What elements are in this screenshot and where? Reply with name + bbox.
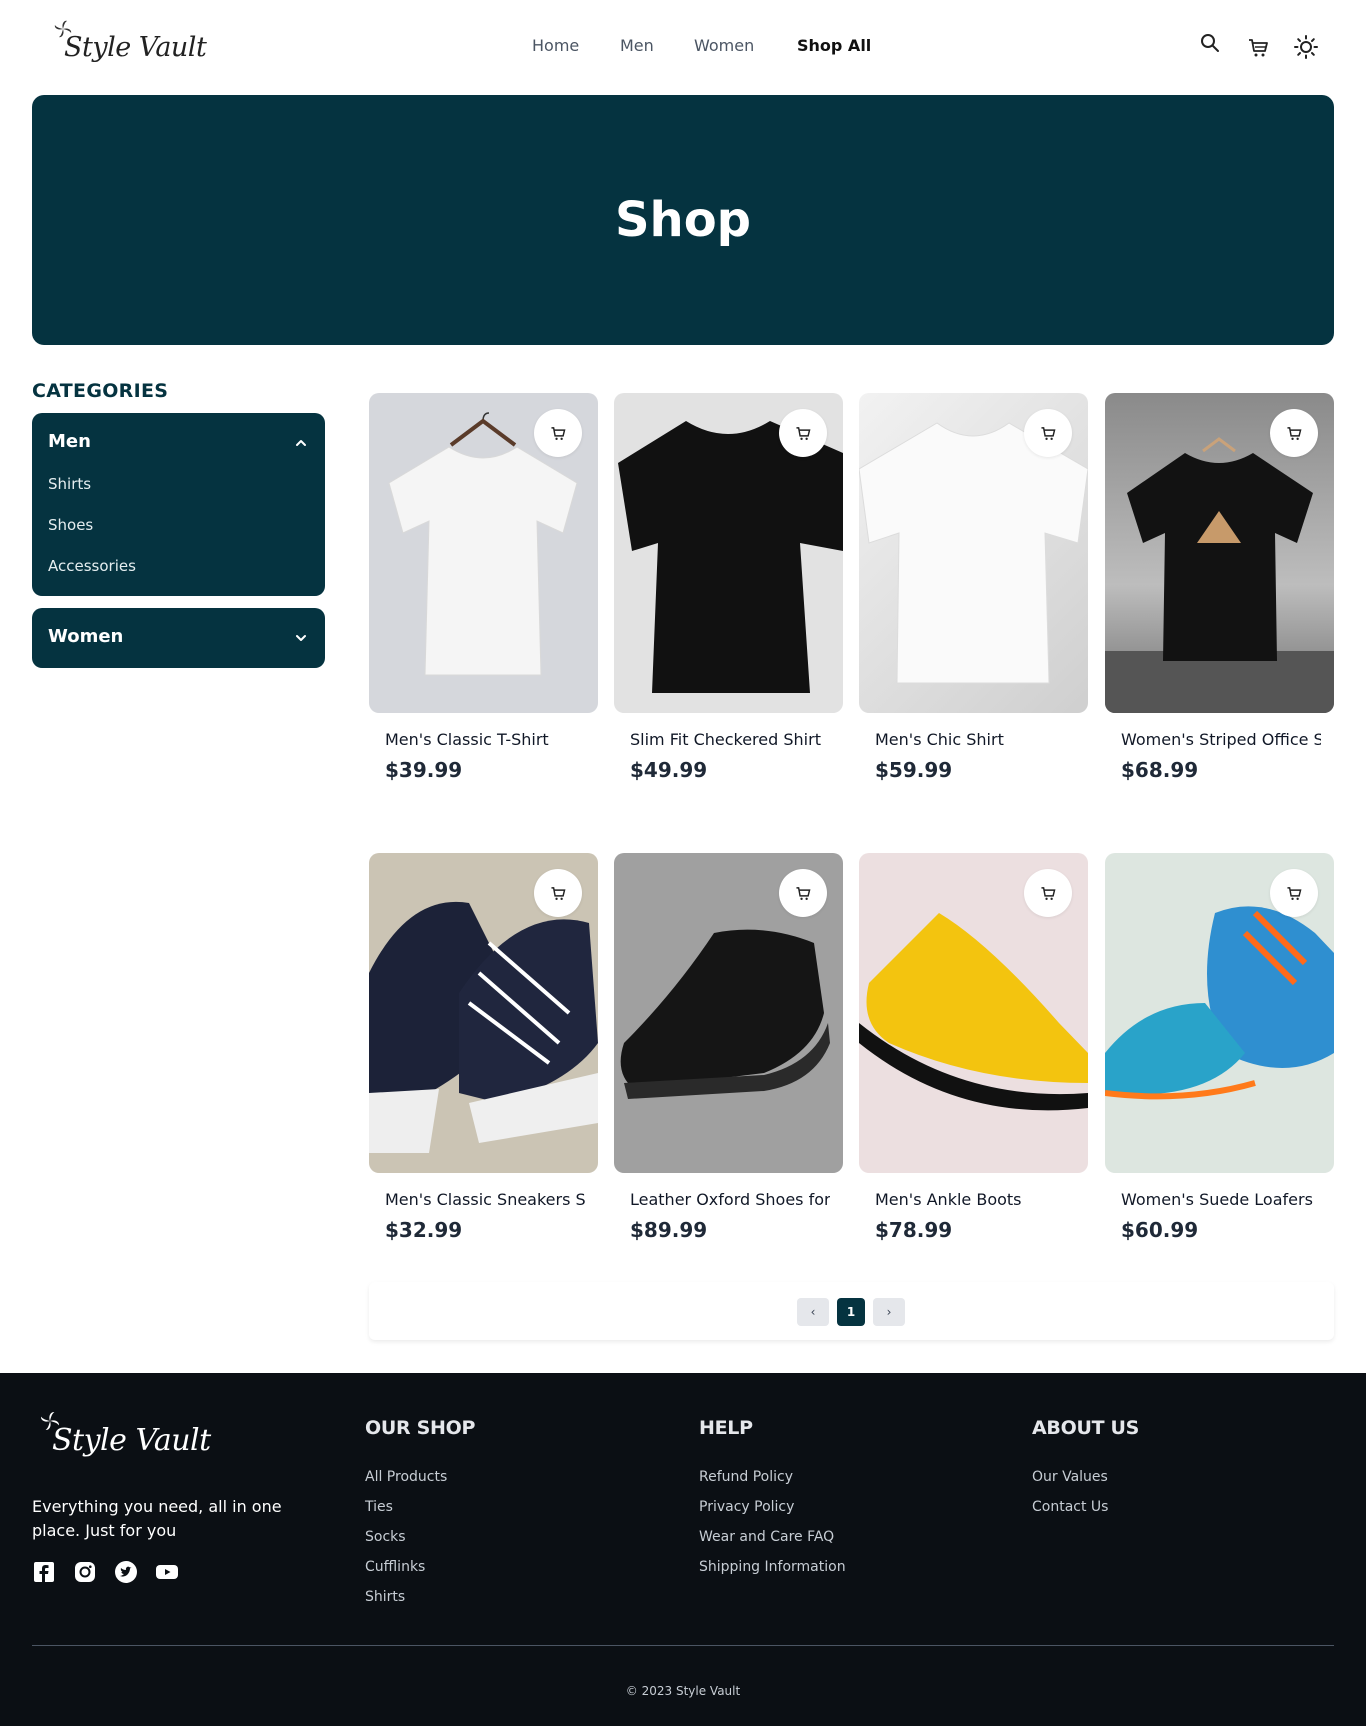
add-to-cart-button[interactable]	[1270, 869, 1318, 917]
footer-link[interactable]: Privacy Policy	[699, 1499, 794, 1515]
footer-col-title: OUR SHOP	[365, 1417, 476, 1439]
add-to-cart-button[interactable]	[1024, 409, 1072, 457]
product-price: $59.99	[875, 758, 953, 782]
product-image[interactable]	[369, 393, 598, 713]
product-name[interactable]: Leather Oxford Shoes for	[630, 1190, 830, 1209]
category-item-shoes[interactable]: Shoes	[48, 516, 93, 534]
footer-link[interactable]: Wear and Care FAQ	[699, 1529, 834, 1545]
page-title: Shop	[614, 192, 752, 248]
site-header: Style Vault Home Men Women Shop All	[0, 0, 1366, 95]
site-footer: Style Vault Everything you need, all in …	[0, 1373, 1366, 1726]
cart-icon	[1041, 887, 1056, 900]
cart-icon	[796, 887, 811, 900]
footer-link[interactable]: Ties	[365, 1499, 393, 1515]
product-card[interactable]: Men's Classic Sneakers S $32.99	[369, 853, 598, 1253]
product-card[interactable]: Men's Chic Shirt $59.99	[859, 393, 1088, 793]
footer-brand-name: Style Vault	[52, 1423, 211, 1458]
product-card[interactable]: Slim Fit Checkered Shirt $49.99	[614, 393, 843, 793]
footer-col-title: HELP	[699, 1417, 753, 1439]
chevron-up-icon[interactable]	[293, 435, 309, 451]
footer-link[interactable]: Shirts	[365, 1589, 405, 1605]
cart-icon	[1287, 887, 1302, 900]
facebook-icon[interactable]	[32, 1560, 56, 1584]
nav-women[interactable]: Women	[694, 36, 754, 55]
footer-link[interactable]: Socks	[365, 1529, 406, 1545]
product-price: $32.99	[385, 1218, 463, 1242]
footer-link[interactable]: Cufflinks	[365, 1559, 425, 1575]
product-card[interactable]: Men's Classic T-Shirt $39.99	[369, 393, 598, 793]
product-image[interactable]	[1105, 853, 1334, 1173]
product-image[interactable]	[859, 853, 1088, 1173]
sun-icon[interactable]	[1293, 34, 1319, 60]
prev-page-button[interactable]: ‹	[797, 1298, 829, 1326]
product-price: $60.99	[1121, 1218, 1199, 1242]
product-image[interactable]	[1105, 393, 1334, 713]
footer-tagline: Everything you need, all in one place. J…	[32, 1497, 282, 1540]
product-card[interactable]: Leather Oxford Shoes for $89.99	[614, 853, 843, 1253]
pagination: ‹ 1 ›	[369, 1282, 1334, 1340]
twitter-icon[interactable]	[114, 1560, 138, 1584]
footer-divider	[32, 1645, 1334, 1646]
product-image[interactable]	[614, 853, 843, 1173]
product-card[interactable]: Women's Suede Loafers $60.99	[1105, 853, 1334, 1253]
footer-link[interactable]: Our Values	[1032, 1469, 1108, 1485]
product-price: $39.99	[385, 758, 463, 782]
youtube-icon[interactable]	[155, 1560, 179, 1584]
instagram-icon[interactable]	[73, 1560, 97, 1584]
product-name[interactable]: Men's Classic Sneakers S	[385, 1190, 585, 1209]
product-price: $49.99	[630, 758, 708, 782]
footer-col-title: ABOUT US	[1032, 1417, 1140, 1439]
category-men: Men Shirts Shoes Accessories	[32, 413, 325, 596]
category-women-header[interactable]: Women	[48, 626, 123, 647]
copyright: © 2023 Style Vault	[625, 1684, 741, 1698]
add-to-cart-button[interactable]	[1270, 409, 1318, 457]
footer-link[interactable]: All Products	[365, 1469, 447, 1485]
cart-icon	[551, 427, 566, 440]
footer-logo[interactable]: Style Vault	[38, 1409, 211, 1469]
add-to-cart-button[interactable]	[534, 409, 582, 457]
product-name[interactable]: Men's Classic T-Shirt	[385, 730, 585, 749]
product-card[interactable]: Women's Striped Office Shirt $68.99	[1105, 393, 1334, 793]
nav-shop-all[interactable]: Shop All	[797, 36, 871, 55]
add-to-cart-button[interactable]	[779, 869, 827, 917]
nav-home[interactable]: Home	[532, 36, 579, 55]
product-name[interactable]: Men's Chic Shirt	[875, 730, 1075, 749]
product-name[interactable]: Men's Ankle Boots	[875, 1190, 1075, 1209]
cart-icon[interactable]	[1245, 34, 1271, 60]
add-to-cart-button[interactable]	[779, 409, 827, 457]
product-card[interactable]: Men's Ankle Boots $78.99	[859, 853, 1088, 1253]
product-image[interactable]	[369, 853, 598, 1173]
product-name[interactable]: Slim Fit Checkered Shirt	[630, 730, 830, 749]
product-name[interactable]: Women's Suede Loafers	[1121, 1190, 1321, 1209]
add-to-cart-button[interactable]	[1024, 869, 1072, 917]
category-item-shirts[interactable]: Shirts	[48, 475, 91, 493]
hero-banner: Shop	[32, 95, 1334, 345]
product-image[interactable]	[614, 393, 843, 713]
categories-title: CATEGORIES	[32, 380, 169, 402]
cart-icon	[1287, 427, 1302, 440]
chevron-down-icon[interactable]	[293, 630, 309, 646]
category-item-accessories[interactable]: Accessories	[48, 557, 136, 575]
next-page-button[interactable]: ›	[873, 1298, 905, 1326]
category-men-header[interactable]: Men	[48, 431, 91, 452]
footer-link[interactable]: Shipping Information	[699, 1559, 846, 1575]
product-price: $89.99	[630, 1218, 708, 1242]
add-to-cart-button[interactable]	[534, 869, 582, 917]
main-nav: Home Men Women Shop All	[0, 36, 1366, 60]
product-name[interactable]: Women's Striped Office Shirt	[1121, 730, 1321, 749]
footer-link[interactable]: Refund Policy	[699, 1469, 793, 1485]
cart-icon	[796, 427, 811, 440]
cart-icon	[1041, 427, 1056, 440]
product-image[interactable]	[859, 393, 1088, 713]
category-women: Women	[32, 608, 325, 668]
search-icon[interactable]	[1197, 30, 1223, 56]
cart-icon	[551, 887, 566, 900]
nav-men[interactable]: Men	[620, 36, 654, 55]
product-price: $78.99	[875, 1218, 953, 1242]
product-price: $68.99	[1121, 758, 1199, 782]
page-1-button[interactable]: 1	[837, 1298, 865, 1326]
footer-link[interactable]: Contact Us	[1032, 1499, 1108, 1515]
